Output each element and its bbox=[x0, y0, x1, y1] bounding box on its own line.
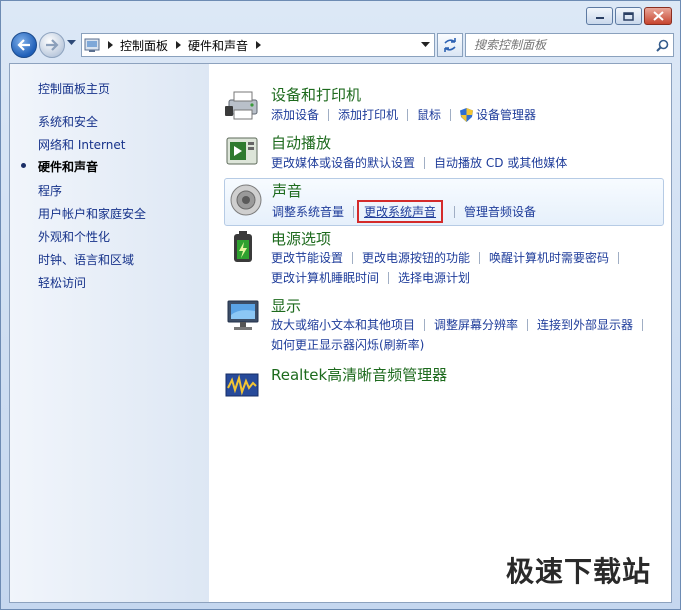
link-divider bbox=[352, 252, 354, 264]
sound-links: 调整系统音量 更改系统声音 管理音频设备 bbox=[272, 200, 536, 223]
address-dropdown-icon[interactable] bbox=[421, 42, 430, 48]
link-divider bbox=[328, 109, 330, 121]
monitor-icon bbox=[225, 297, 261, 333]
maximize-icon bbox=[623, 11, 634, 21]
link-divider bbox=[424, 157, 426, 169]
active-bullet-icon bbox=[21, 163, 26, 168]
sidebar-home-link[interactable]: 控制面板主页 bbox=[38, 80, 110, 97]
choose-power-plan-link[interactable]: 选择电源计划 bbox=[398, 271, 470, 285]
devices-links: 添加设备 添加打印机 鼠标 设备管理器 bbox=[271, 106, 536, 123]
link-divider bbox=[527, 319, 529, 331]
add-printer-link[interactable]: 添加打印机 bbox=[338, 108, 398, 122]
close-button[interactable] bbox=[644, 7, 672, 25]
refresh-button[interactable] bbox=[437, 33, 463, 57]
display-links-row2: 如何更正显示器闪烁(刷新率) bbox=[271, 336, 424, 353]
breadcrumb-arrow-icon[interactable] bbox=[170, 41, 186, 49]
screen-resolution-link[interactable]: 调整屏幕分辨率 bbox=[434, 318, 518, 332]
power-button-function-link[interactable]: 更改电源按钮的功能 bbox=[362, 251, 470, 265]
link-divider bbox=[388, 272, 390, 284]
refresh-rate-link[interactable]: 如何更正显示器闪烁(刷新率) bbox=[271, 338, 424, 352]
text-size-link[interactable]: 放大或缩小文本和其他项目 bbox=[271, 318, 415, 332]
power-options-title[interactable]: 电源选项 bbox=[271, 228, 331, 249]
close-icon bbox=[652, 11, 664, 21]
add-device-link[interactable]: 添加设备 bbox=[271, 108, 319, 122]
display-title[interactable]: 显示 bbox=[271, 295, 301, 316]
sidebar-item-hardware-sound[interactable]: 硬件和声音 bbox=[38, 158, 98, 175]
search-input[interactable] bbox=[466, 35, 651, 55]
control-panel-icon bbox=[82, 34, 102, 56]
link-divider bbox=[353, 206, 355, 218]
autoplay-links: 更改媒体或设备的默认设置 自动播放 CD 或其他媒体 bbox=[271, 154, 567, 171]
refresh-icon bbox=[444, 38, 456, 52]
sidebar-item-ease-of-access[interactable]: 轻松访问 bbox=[38, 274, 86, 291]
change-power-saving-link[interactable]: 更改节能设置 bbox=[271, 251, 343, 265]
devices-printers-title[interactable]: 设备和打印机 bbox=[271, 84, 361, 105]
change-default-media-settings-link[interactable]: 更改媒体或设备的默认设置 bbox=[271, 156, 415, 170]
address-bar[interactable]: 控制面板 硬件和声音 bbox=[81, 33, 435, 57]
arrow-left-icon bbox=[17, 39, 30, 51]
control-panel-window: 控制面板 硬件和声音 控制面板主页 系统和安全 网络和 Internet bbox=[0, 0, 681, 610]
autoplay-icon bbox=[225, 134, 261, 170]
battery-icon bbox=[225, 230, 261, 266]
breadcrumb-hardware-sound[interactable]: 硬件和声音 bbox=[186, 37, 250, 54]
speaker-icon bbox=[228, 182, 264, 218]
link-divider bbox=[642, 319, 644, 331]
adjust-volume-link[interactable]: 调整系统音量 bbox=[272, 205, 344, 219]
link-divider bbox=[454, 206, 456, 218]
printer-icon bbox=[225, 86, 261, 122]
realtek-audio-icon bbox=[225, 366, 261, 402]
sidebar-item-clock-region[interactable]: 时钟、语言和区域 bbox=[38, 251, 134, 268]
link-divider bbox=[450, 109, 452, 121]
autoplay-cd-link[interactable]: 自动播放 CD 或其他媒体 bbox=[434, 156, 567, 170]
link-divider bbox=[479, 252, 481, 264]
change-sleep-time-link[interactable]: 更改计算机睡眠时间 bbox=[271, 271, 379, 285]
manage-audio-devices-link[interactable]: 管理音频设备 bbox=[464, 205, 536, 219]
external-display-link[interactable]: 连接到外部显示器 bbox=[537, 318, 633, 332]
sound-title[interactable]: 声音 bbox=[272, 180, 302, 201]
watermark: 极速下载站 bbox=[505, 555, 651, 588]
main-panel: 设备和打印机 添加设备 添加打印机 鼠标 设备管理器 自动播放 更改媒体或设备的默认设… bbox=[209, 64, 671, 602]
realtek-title[interactable]: Realtek高清晰音频管理器 bbox=[271, 364, 447, 385]
content-pane: 控制面板主页 系统和安全 网络和 Internet 硬件和声音 程序 用户帐户和… bbox=[9, 63, 672, 603]
breadcrumb-arrow-icon[interactable] bbox=[102, 41, 118, 49]
link-divider bbox=[424, 319, 426, 331]
maximize-button[interactable] bbox=[615, 7, 642, 25]
caption-buttons bbox=[586, 7, 672, 25]
link-divider bbox=[618, 252, 620, 264]
sidebar-item-programs[interactable]: 程序 bbox=[38, 182, 62, 199]
minimize-button[interactable] bbox=[586, 7, 613, 25]
change-system-sounds-link[interactable]: 更改系统声音 bbox=[364, 205, 436, 219]
search-icon[interactable] bbox=[651, 39, 673, 52]
minimize-icon bbox=[595, 17, 604, 19]
recent-pages-dropdown-icon[interactable] bbox=[67, 40, 76, 46]
sidebar-item-system-security[interactable]: 系统和安全 bbox=[38, 113, 98, 130]
autoplay-title[interactable]: 自动播放 bbox=[271, 132, 331, 153]
power-links-row1: 更改节能设置 更改电源按钮的功能 唤醒计算机时需要密码 bbox=[271, 249, 628, 266]
sidebar-item-network[interactable]: 网络和 Internet bbox=[38, 136, 125, 153]
sidebar-item-user-accounts[interactable]: 用户帐户和家庭安全 bbox=[38, 205, 146, 222]
category-sound: 声音 调整系统音量 更改系统声音 管理音频设备 bbox=[224, 178, 664, 226]
search-box[interactable] bbox=[465, 33, 674, 57]
link-divider bbox=[407, 109, 409, 121]
display-links-row1: 放大或缩小文本和其他项目 调整屏幕分辨率 连接到外部显示器 bbox=[271, 316, 652, 333]
arrow-right-icon bbox=[46, 39, 59, 51]
highlight-box: 更改系统声音 bbox=[357, 200, 444, 223]
breadcrumb-arrow-icon[interactable] bbox=[250, 41, 266, 49]
navigation-bar: 控制面板 硬件和声音 bbox=[9, 31, 674, 59]
device-manager-link[interactable]: 设备管理器 bbox=[476, 108, 536, 122]
forward-button[interactable] bbox=[39, 32, 65, 58]
mouse-link[interactable]: 鼠标 bbox=[417, 108, 441, 122]
power-links-row2: 更改计算机睡眠时间 选择电源计划 bbox=[271, 269, 470, 286]
back-button[interactable] bbox=[11, 32, 37, 58]
sidebar-item-appearance[interactable]: 外观和个性化 bbox=[38, 228, 110, 245]
breadcrumb-control-panel[interactable]: 控制面板 bbox=[118, 37, 170, 54]
sidebar: 控制面板主页 系统和安全 网络和 Internet 硬件和声音 程序 用户帐户和… bbox=[10, 64, 209, 602]
require-password-on-wake-link[interactable]: 唤醒计算机时需要密码 bbox=[489, 251, 609, 265]
uac-shield-icon bbox=[460, 108, 474, 122]
